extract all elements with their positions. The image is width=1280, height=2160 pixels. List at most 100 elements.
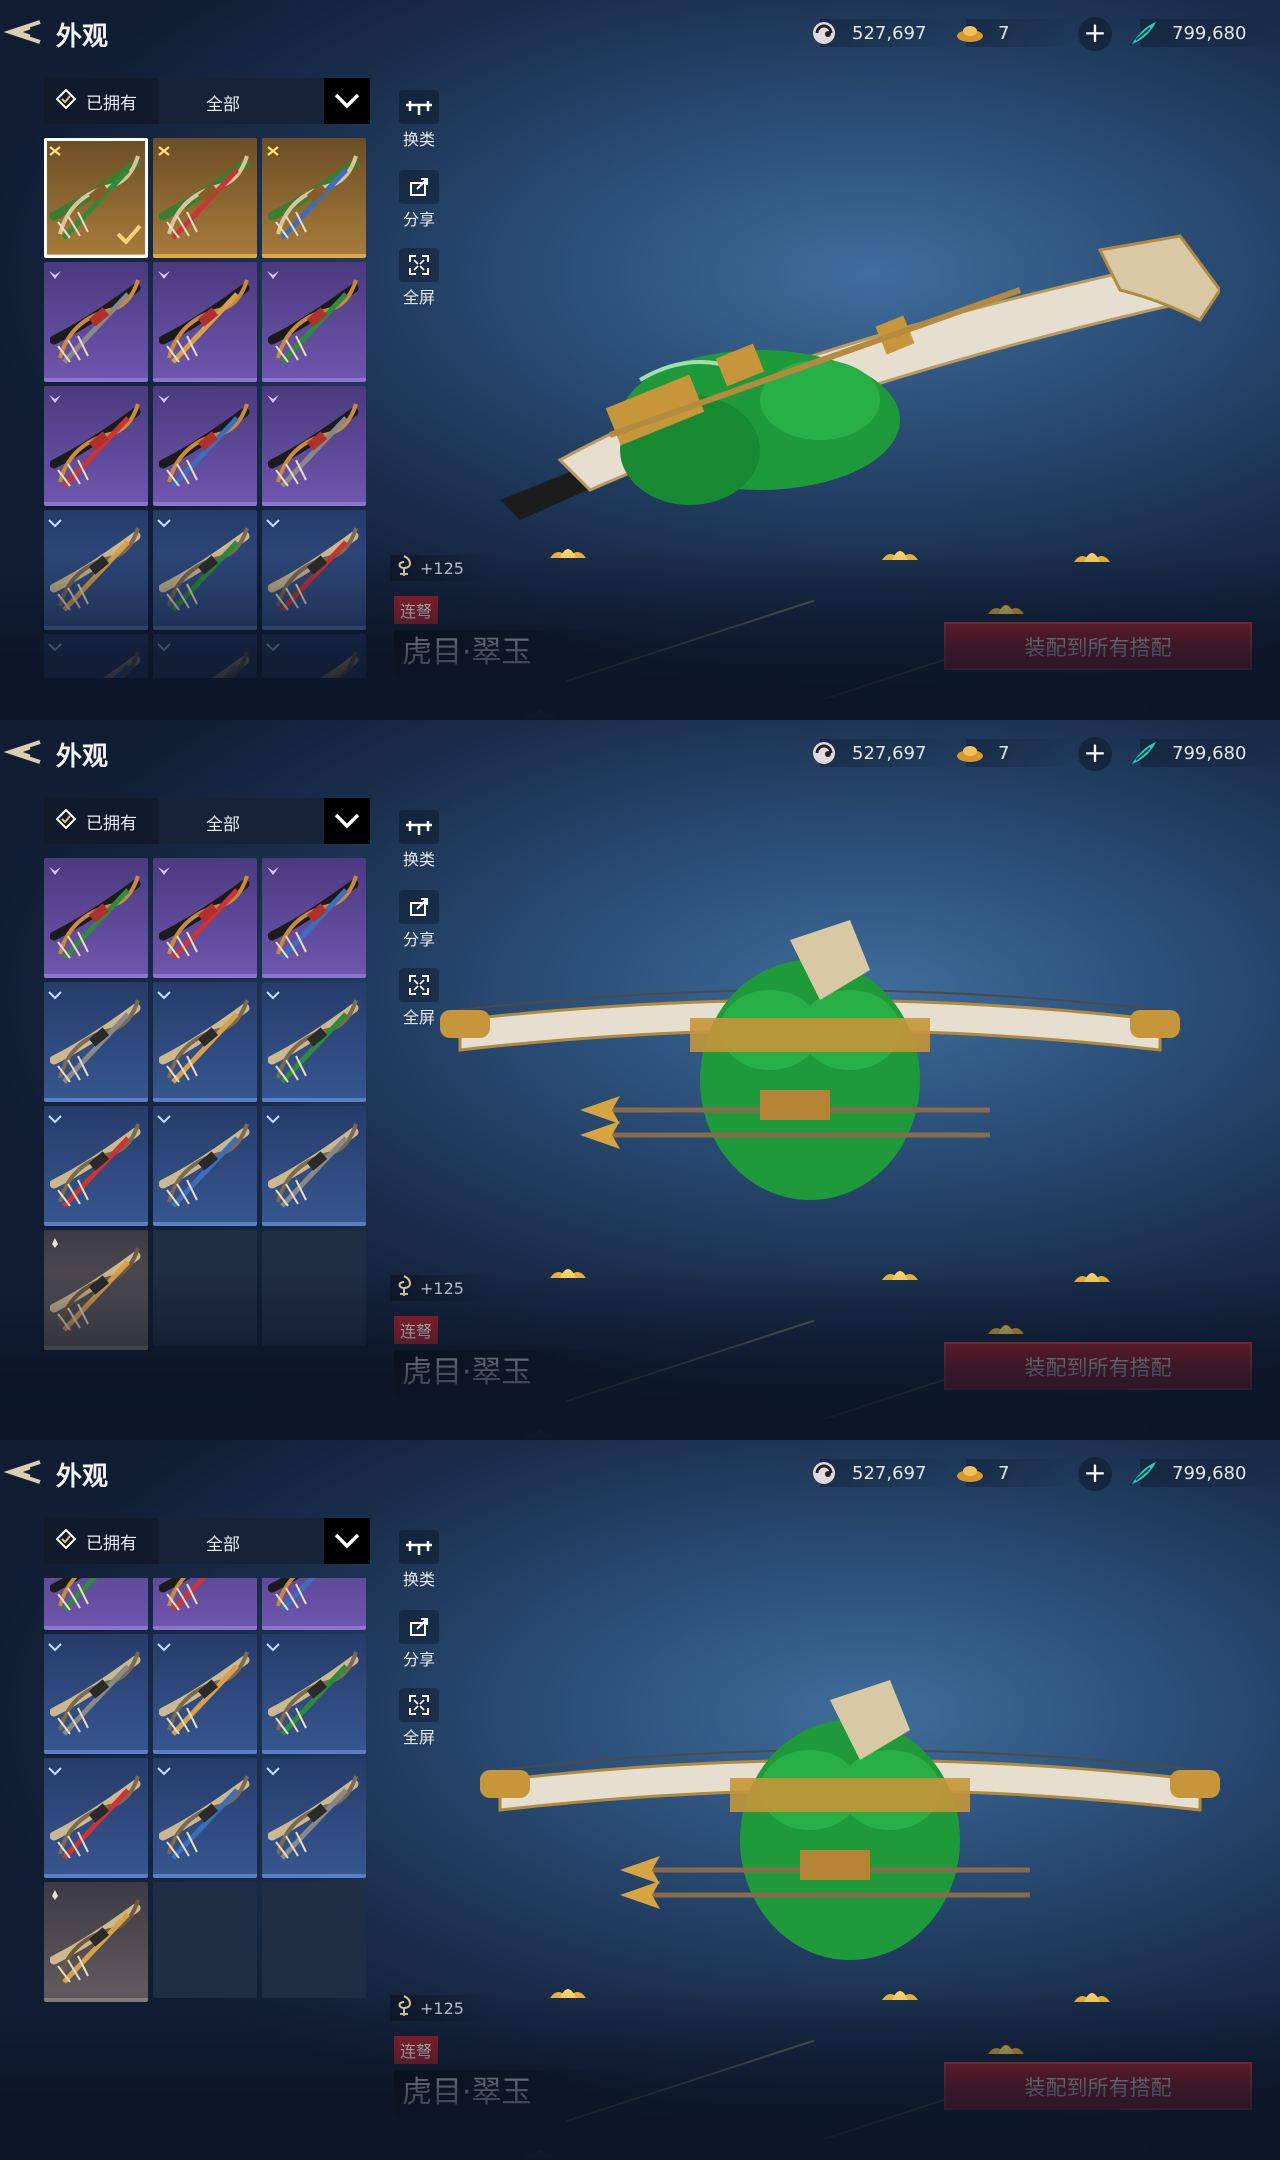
crossbow-thumbnail-icon xyxy=(267,866,360,970)
skin-item[interactable] xyxy=(153,510,257,630)
crossbow-thumbnail-icon xyxy=(159,642,251,678)
crossbow-thumbnail-icon xyxy=(267,1642,360,1746)
skin-item[interactable] xyxy=(153,1634,257,1754)
empty-skin-slot xyxy=(262,1882,366,1998)
tool-fullscreen[interactable]: 全屏 xyxy=(392,248,446,308)
skin-item[interactable] xyxy=(262,386,366,506)
add-currency-button[interactable]: + xyxy=(1078,737,1112,771)
back-button[interactable] xyxy=(3,16,44,48)
skin-item[interactable] xyxy=(262,1634,366,1754)
skin-item[interactable] xyxy=(44,1758,148,1878)
crossbow-thumbnail-icon xyxy=(267,1578,360,1622)
lotus-lamp-icon xyxy=(1074,553,1110,562)
back-button[interactable] xyxy=(3,1456,44,1488)
chevron-down-icon[interactable] xyxy=(324,798,370,844)
category-dropdown[interactable]: 全部 xyxy=(158,1518,370,1564)
skin-item[interactable] xyxy=(153,138,257,258)
back-arrow-icon xyxy=(3,20,44,52)
swirl-bonus-icon xyxy=(394,1994,414,2022)
crossbow-thumbnail-icon xyxy=(158,146,251,250)
swirl-bonus-icon xyxy=(394,1274,414,1302)
skin-item[interactable] xyxy=(153,386,257,506)
owned-filter-toggle[interactable]: 已拥有 xyxy=(44,1518,156,1564)
currency-value: 799,680 xyxy=(1172,1462,1247,1484)
fullscreen-icon xyxy=(399,248,439,282)
skin-item[interactable] xyxy=(262,982,366,1102)
empty-skin-slot xyxy=(153,1230,257,1346)
fullscreen-icon xyxy=(399,1688,439,1722)
equip-all-button[interactable]: 装配到所有搭配 xyxy=(944,2062,1252,2110)
skin-item[interactable] xyxy=(153,1106,257,1226)
lotus-lamp-icon xyxy=(550,549,586,558)
add-currency-button[interactable]: + xyxy=(1078,1457,1112,1491)
currency-jade-feather: 799,680 xyxy=(1130,738,1246,768)
skin-item[interactable] xyxy=(44,1882,148,2002)
tool-share[interactable]: 分享 xyxy=(392,170,446,230)
skin-item[interactable] xyxy=(44,1634,148,1754)
gold-ingot-icon xyxy=(956,19,984,47)
coin-swirl-icon xyxy=(810,739,838,767)
skin-item[interactable] xyxy=(44,1230,148,1350)
back-button[interactable] xyxy=(3,736,44,768)
page-title: 外观 xyxy=(56,742,109,772)
crossbow-thumbnail-icon xyxy=(158,394,251,498)
skin-item[interactable] xyxy=(153,858,257,978)
skin-item[interactable] xyxy=(262,1106,366,1226)
page-title: 外观 xyxy=(56,22,109,52)
skin-item[interactable] xyxy=(153,262,257,382)
skin-item[interactable] xyxy=(44,1106,148,1226)
skin-item[interactable] xyxy=(44,386,148,506)
swirl-bonus-icon xyxy=(394,554,414,582)
skin-item[interactable] xyxy=(262,262,366,382)
tool-label: 全屏 xyxy=(402,288,435,307)
owned-filter-toggle[interactable]: 已拥有 xyxy=(44,798,156,844)
tool-label: 换类 xyxy=(402,850,435,869)
skin-item[interactable] xyxy=(262,510,366,630)
currency-gold-ingot: 7 xyxy=(956,18,1009,48)
skin-item[interactable] xyxy=(262,634,366,678)
skin-item[interactable] xyxy=(262,1578,366,1630)
category-dropdown[interactable]: 全部 xyxy=(158,798,370,844)
crossbow-thumbnail-icon xyxy=(158,518,251,622)
skin-item[interactable] xyxy=(44,982,148,1102)
currency-gold-ingot: 7 xyxy=(956,738,1009,768)
owned-filter-toggle[interactable]: 已拥有 xyxy=(44,78,156,124)
crossbow-thumbnail-icon xyxy=(267,1114,360,1218)
chevron-down-icon[interactable] xyxy=(324,78,370,124)
skin-item[interactable] xyxy=(262,1758,366,1878)
skin-item[interactable] xyxy=(44,510,148,630)
tool-crossbow-swap[interactable]: 换类 xyxy=(392,90,446,150)
equip-all-button[interactable]: 装配到所有搭配 xyxy=(944,622,1252,670)
lotus-lamp-icon xyxy=(522,1431,558,1440)
skin-item[interactable] xyxy=(153,982,257,1102)
skin-item[interactable] xyxy=(44,634,148,678)
currency-value: 527,697 xyxy=(852,1462,927,1484)
jade-feather-icon xyxy=(1130,739,1158,767)
equip-all-button[interactable]: 装配到所有搭配 xyxy=(944,1342,1252,1390)
back-arrow-icon xyxy=(3,1460,44,1492)
skin-item[interactable] xyxy=(44,138,148,258)
equipped-check-icon xyxy=(116,224,142,248)
skin-item[interactable] xyxy=(262,858,366,978)
add-currency-button[interactable]: + xyxy=(1078,17,1112,51)
skin-item[interactable] xyxy=(153,1758,257,1878)
skin-item[interactable] xyxy=(153,1578,257,1630)
tool-fullscreen[interactable]: 全屏 xyxy=(392,1688,446,1748)
crossbow-thumbnail-icon xyxy=(49,1238,142,1342)
bottom-indicator xyxy=(1018,704,1148,720)
tool-share[interactable]: 分享 xyxy=(392,1610,446,1670)
currency-value: 7 xyxy=(998,742,1010,764)
tool-label: 换类 xyxy=(402,130,435,149)
bottom-indicator xyxy=(1018,2144,1148,2160)
tool-crossbow-swap[interactable]: 换类 xyxy=(392,1530,446,1590)
skin-item[interactable] xyxy=(153,634,257,678)
bonus-value: +125 xyxy=(420,1998,464,2018)
chevron-down-icon[interactable] xyxy=(324,1518,370,1564)
skin-item[interactable] xyxy=(262,138,366,258)
category-dropdown[interactable]: 全部 xyxy=(158,78,370,124)
skin-item[interactable] xyxy=(44,858,148,978)
empty-skin-slot xyxy=(262,1230,366,1346)
tool-crossbow-swap[interactable]: 换类 xyxy=(392,810,446,870)
skin-item[interactable] xyxy=(44,1578,148,1630)
skin-item[interactable] xyxy=(44,262,148,382)
